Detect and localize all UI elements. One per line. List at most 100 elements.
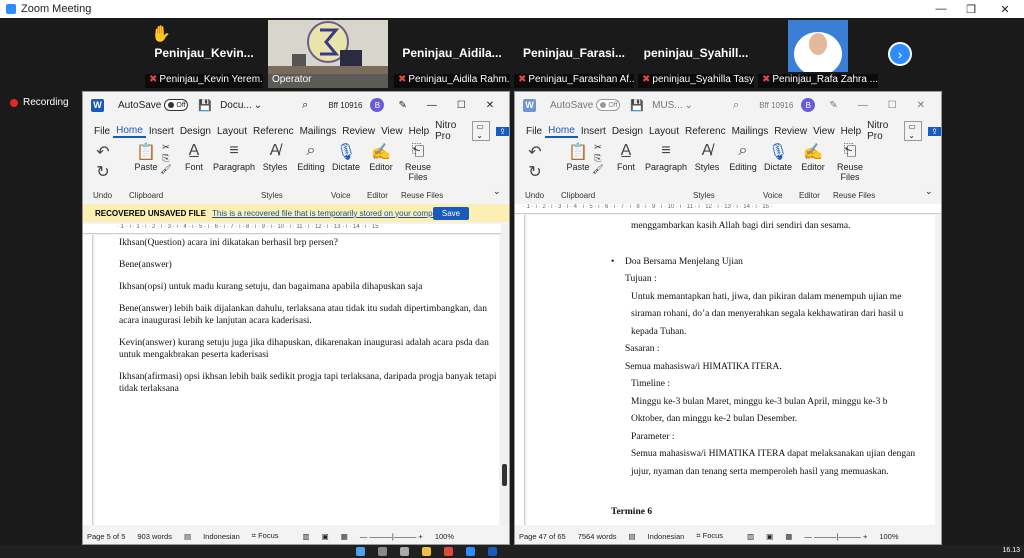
- participant-tile[interactable]: ✋ Peninjau_Kevin... ✖ Peninjau_Kevin Yere…: [145, 20, 263, 88]
- page-count[interactable]: Page 47 of 65: [519, 532, 566, 541]
- language[interactable]: Indonesian: [648, 532, 685, 541]
- print-layout-icon[interactable]: ▣: [322, 532, 329, 541]
- cut-copy-icons[interactable]: ✂ ⎘ 🖌: [159, 142, 173, 175]
- close-button[interactable]: ✕: [486, 100, 494, 111]
- tab-help[interactable]: Help: [838, 126, 865, 137]
- reuse-files-button[interactable]: ⎗ Reuse Files: [401, 142, 435, 182]
- scrollbar-thumb[interactable]: [502, 464, 507, 486]
- language[interactable]: Indonesian: [203, 532, 240, 541]
- font-button[interactable]: A̲ Font: [613, 142, 639, 172]
- chevron-down-icon[interactable]: ⌄: [254, 100, 262, 111]
- styles-button[interactable]: A̸ Styles: [693, 142, 721, 172]
- editing-button[interactable]: ⌕ Editing: [727, 142, 759, 172]
- tab-file[interactable]: File: [523, 126, 545, 137]
- print-layout-icon[interactable]: ▣: [766, 532, 773, 541]
- save-icon[interactable]: 💾: [198, 99, 212, 112]
- tab-help[interactable]: Help: [406, 126, 433, 137]
- tab-insert[interactable]: Insert: [146, 126, 177, 137]
- comment-icon[interactable]: ▭ ⌄: [472, 121, 491, 141]
- proofing-icon[interactable]: ▤: [629, 532, 636, 541]
- ruler[interactable]: · 1 · ı · 2 · ı · 3 · ı · 4 · ı · 5 · ı …: [515, 204, 941, 214]
- word-count[interactable]: 7564 words: [578, 532, 617, 541]
- tab-design[interactable]: Design: [177, 126, 214, 137]
- tab-mailings[interactable]: Mailings: [729, 126, 772, 137]
- web-layout-icon[interactable]: ▦: [785, 532, 792, 541]
- avatar[interactable]: B: [370, 98, 385, 112]
- tab-home[interactable]: Home: [113, 125, 146, 138]
- close-button[interactable]: ✕: [990, 0, 1020, 18]
- focus-button[interactable]: ⌗ Focus: [696, 531, 735, 541]
- share-icon[interactable]: ⇪: [928, 126, 941, 136]
- tab-layout[interactable]: Layout: [646, 126, 682, 137]
- save-button[interactable]: Save: [433, 206, 469, 220]
- account-name[interactable]: Bff 10916: [759, 101, 793, 110]
- task-view-icon[interactable]: [400, 547, 409, 556]
- tab-view[interactable]: View: [378, 126, 406, 137]
- search-icon[interactable]: [378, 547, 387, 556]
- recording-indicator[interactable]: Recording: [10, 97, 69, 108]
- zoom-slider[interactable]: — ———|——— +: [360, 532, 423, 541]
- tab-file[interactable]: File: [91, 126, 113, 137]
- browser-icon[interactable]: [444, 547, 453, 556]
- zoom-app-icon[interactable]: [466, 547, 475, 556]
- vertical-scrollbar[interactable]: [501, 224, 509, 526]
- maximize-button[interactable]: ☐: [888, 100, 897, 111]
- maximize-button[interactable]: ❐: [956, 0, 986, 18]
- chevron-down-icon[interactable]: ⌄: [685, 100, 693, 111]
- pen-icon[interactable]: ✎: [398, 100, 406, 111]
- web-layout-icon[interactable]: ▦: [341, 532, 348, 541]
- dictate-button[interactable]: 🎙 Dictate: [763, 142, 793, 172]
- editor-button[interactable]: ✍ Editor: [799, 142, 827, 172]
- autosave-toggle[interactable]: Off: [596, 99, 621, 111]
- zoom-level[interactable]: 100%: [879, 532, 898, 541]
- file-explorer-icon[interactable]: [422, 547, 431, 556]
- minimize-button[interactable]: —: [858, 100, 868, 111]
- paragraph-button[interactable]: ≡ Paragraph: [645, 142, 687, 172]
- read-mode-icon[interactable]: ▥: [303, 532, 310, 541]
- tab-layout[interactable]: Layout: [214, 126, 250, 137]
- tab-view[interactable]: View: [810, 126, 838, 137]
- tab-references[interactable]: Referenc: [682, 126, 729, 137]
- notice-link[interactable]: This is a recovered file that is tempora…: [212, 209, 448, 218]
- tab-review[interactable]: Review: [339, 126, 378, 137]
- account-name[interactable]: Bff 10916: [328, 101, 362, 110]
- document-page[interactable]: Ikhsan(Question) acara ini dikatakan ber…: [95, 235, 499, 525]
- save-icon[interactable]: 💾: [630, 99, 644, 112]
- page-count[interactable]: Page 5 of 5: [87, 532, 125, 541]
- font-button[interactable]: A̲ Font: [181, 142, 207, 172]
- tab-nitro-pro[interactable]: Nitro Pro: [864, 120, 894, 142]
- word-count[interactable]: 903 words: [137, 532, 172, 541]
- undo-group[interactable]: ↶ ↻: [525, 142, 545, 182]
- reuse-files-button[interactable]: ⎗ Reuse Files: [833, 142, 867, 182]
- tab-insert[interactable]: Insert: [578, 126, 609, 137]
- search-icon[interactable]: ⌕: [733, 99, 739, 112]
- paragraph-button[interactable]: ≡ Paragraph: [213, 142, 255, 172]
- document-name[interactable]: MUS...: [652, 100, 683, 111]
- search-icon[interactable]: ⌕: [302, 99, 308, 112]
- tab-home[interactable]: Home: [545, 125, 578, 138]
- document-page[interactable]: menggambarkan kasih Allah bagi diri send…: [527, 215, 935, 525]
- comment-icon[interactable]: ▭ ⌄: [904, 121, 923, 141]
- participant-tile-video[interactable]: Operator: [268, 20, 388, 88]
- minimize-button[interactable]: —: [427, 100, 437, 111]
- editor-button[interactable]: ✍ Editor: [367, 142, 395, 172]
- proofing-icon[interactable]: ▤: [184, 532, 191, 541]
- maximize-button[interactable]: ☐: [457, 100, 466, 111]
- minimize-button[interactable]: —: [926, 0, 956, 18]
- focus-button[interactable]: ⌗ Focus: [252, 531, 291, 541]
- close-button[interactable]: ✕: [917, 100, 925, 111]
- windows-start-icon[interactable]: [356, 547, 365, 556]
- pen-icon[interactable]: ✎: [829, 100, 837, 111]
- read-mode-icon[interactable]: ▥: [747, 532, 754, 541]
- word-app-icon[interactable]: [488, 547, 497, 556]
- styles-button[interactable]: A̸ Styles: [261, 142, 289, 172]
- tab-mailings[interactable]: Mailings: [297, 126, 340, 137]
- paste-button[interactable]: 📋 Paste: [131, 142, 161, 172]
- tab-references[interactable]: Referenc: [250, 126, 297, 137]
- dictate-button[interactable]: 🎙 Dictate: [331, 142, 361, 172]
- avatar[interactable]: B: [801, 98, 816, 112]
- share-icon[interactable]: ⇪: [496, 126, 509, 136]
- paste-button[interactable]: 📋 Paste: [563, 142, 593, 172]
- participant-tile[interactable]: peninjau_Syahill... ✖ peninjau_Syahilla T…: [638, 20, 754, 88]
- participant-tile[interactable]: Peninjau_Farasi... ✖ Peninjau_Farasihan A…: [514, 20, 634, 88]
